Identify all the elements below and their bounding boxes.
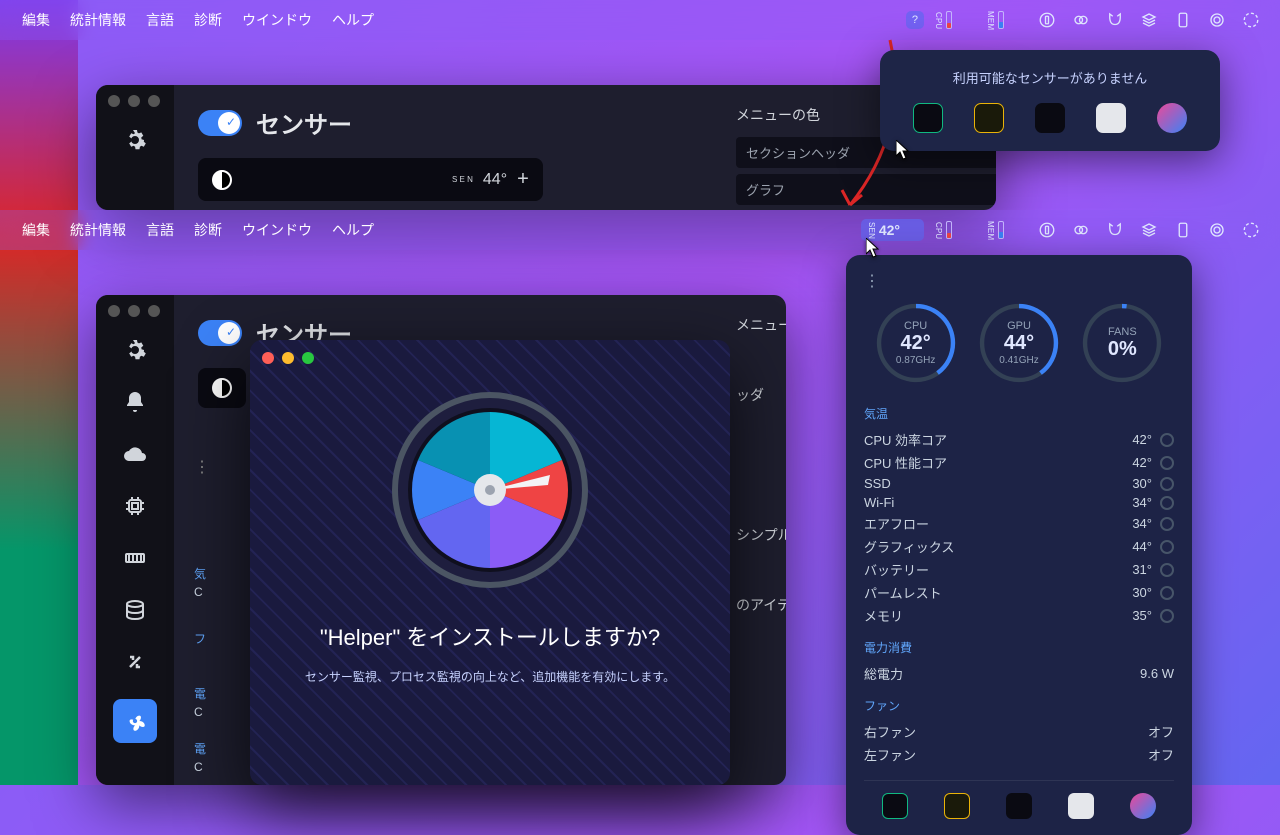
app-gauge-icon [390,390,590,590]
window-controls-2[interactable] [108,305,160,317]
status-airplay-icon-2[interactable] [1202,218,1232,242]
graph-select[interactable]: グラフ [736,174,996,205]
cursor-bottom [866,238,882,258]
menu-diagnostics-2[interactable]: 診断 [184,216,232,244]
status-cloud-icon[interactable] [1066,8,1096,32]
sensor-toggle[interactable]: ✓ [198,110,242,136]
status-layers-icon[interactable] [1134,8,1164,32]
temp-row: バッテリー31° [864,558,1174,581]
status-1password-icon-2[interactable] [1032,218,1062,242]
app-icon-4[interactable] [1096,103,1126,133]
menu-help[interactable]: ヘルプ [322,6,384,34]
status-mem[interactable]: M E M [980,8,1028,32]
panel-app-2[interactable] [944,793,970,819]
sidebar-fan-icon[interactable] [113,699,157,743]
menu-window-2[interactable]: ウインドウ [232,216,322,244]
sensor-unavailable-popup: 利用可能なセンサーがありません [880,50,1220,151]
menubar-bottom: 編集 統計情報 言語 診断 ウインドウ ヘルプ S E N42° C P U M… [0,210,1280,250]
menubar-top: 編集 統計情報 言語 診断 ウインドウ ヘルプ ? C P U M E M [0,0,1280,40]
section-title: センサー [256,105,352,140]
menu-window[interactable]: ウインドウ [232,6,322,34]
status-1password-icon[interactable] [1032,8,1062,32]
sidebar-cloud-icon[interactable] [120,439,150,469]
temp-row: メモリ35° [864,604,1174,627]
dialog-body: センサー監視、プロセス監視の向上など、追加機能を有効にします。 [305,668,675,687]
status-cpu-2[interactable]: C P U [928,218,976,242]
app-icon-activity[interactable] [913,103,943,133]
status-airplay-icon[interactable] [1202,8,1232,32]
dialog-window-controls[interactable] [262,352,314,364]
temp-row: グラフィックス44° [864,535,1174,558]
window-controls[interactable] [108,95,160,107]
menu-edit-2[interactable]: 編集 [12,216,60,244]
menu-language-2[interactable]: 言語 [136,216,184,244]
panel-app-3[interactable] [1006,793,1032,819]
status-cloud-icon-2[interactable] [1066,218,1096,242]
temp-row: パームレスト30° [864,581,1174,604]
status-phone-icon-2[interactable] [1168,218,1198,242]
menu-help-2[interactable]: ヘルプ [322,216,384,244]
temp-row: CPU 性能コア42° [864,451,1174,474]
menu-diagnostics[interactable]: 診断 [184,6,232,34]
panel-app-5[interactable] [1130,793,1156,819]
install-helper-dialog: "Helper" をインストールしますか? センサー監視、プロセス監視の向上など… [250,340,730,785]
sidebar-bell-icon[interactable] [120,387,150,417]
panel-app-4[interactable] [1068,793,1094,819]
sensor-toggle-2[interactable]: ✓ [198,320,242,346]
sidebar-gear-icon[interactable] [120,125,150,155]
panel-menu-icon[interactable]: ⋮ [864,271,1174,291]
sidebar-2 [96,295,174,785]
sidebar-cpu-icon[interactable] [120,491,150,521]
app-icon-2[interactable] [974,103,1004,133]
status-cat-icon-2[interactable] [1100,218,1130,242]
temp-row: SSD30° [864,474,1174,493]
fan-row: 左ファンオフ [864,743,1174,766]
power-row: 総電力 9.6 W [864,662,1174,685]
temp-row: エアフロー34° [864,512,1174,535]
sidebar-gear-icon-2[interactable] [120,335,150,365]
contrast-icon-2 [212,378,232,398]
menu-stats[interactable]: 統計情報 [60,6,136,34]
settings-window-top: ✓ センサー S E N 44° + メニューの色 セクションヘッダ グラフ [96,85,996,210]
sidebar-disk-icon[interactable] [120,595,150,625]
status-cpu[interactable]: C P U [928,8,976,32]
status-cat-icon[interactable] [1100,8,1130,32]
menubar-preview-2[interactable] [198,368,246,408]
dialog-title: "Helper" をインストールしますか? [320,620,660,652]
sidebar-memory-icon[interactable] [120,543,150,573]
more-icon[interactable]: ⋮ [194,457,210,477]
gauge-gpu[interactable]: GPU44°0.41GHz [975,299,1063,387]
status-layers-icon-2[interactable] [1134,218,1164,242]
status-time-icon[interactable] [1236,8,1266,32]
app-icon-5[interactable] [1157,103,1187,133]
sidebar-network-icon[interactable] [120,647,150,677]
menu-stats-2[interactable]: 統計情報 [60,216,136,244]
status-unknown[interactable]: ? [906,11,924,29]
status-mem-2[interactable]: M E M [980,218,1028,242]
panel-app-1[interactable] [882,793,908,819]
sensor-panel: ⋮ CPU42°0.87GHzGPU44°0.41GHzFANS0% 気温 CP… [846,255,1192,835]
temp-row: Wi-Fi34° [864,493,1174,512]
status-phone-icon[interactable] [1168,8,1198,32]
menubar-preview[interactable]: S E N 44° + [198,158,543,201]
app-icon-terminal[interactable] [1035,103,1065,133]
fan-row: 右ファンオフ [864,720,1174,743]
gauge-cpu[interactable]: CPU42°0.87GHz [872,299,960,387]
menu-language[interactable]: 言語 [136,6,184,34]
contrast-icon [212,170,232,190]
menu-edit[interactable]: 編集 [12,6,60,34]
temp-row: CPU 効率コア42° [864,428,1174,451]
add-icon[interactable]: + [517,168,529,191]
status-time-icon-2[interactable] [1236,218,1266,242]
gauge-fans[interactable]: FANS0% [1078,299,1166,387]
cursor-top [896,140,912,160]
